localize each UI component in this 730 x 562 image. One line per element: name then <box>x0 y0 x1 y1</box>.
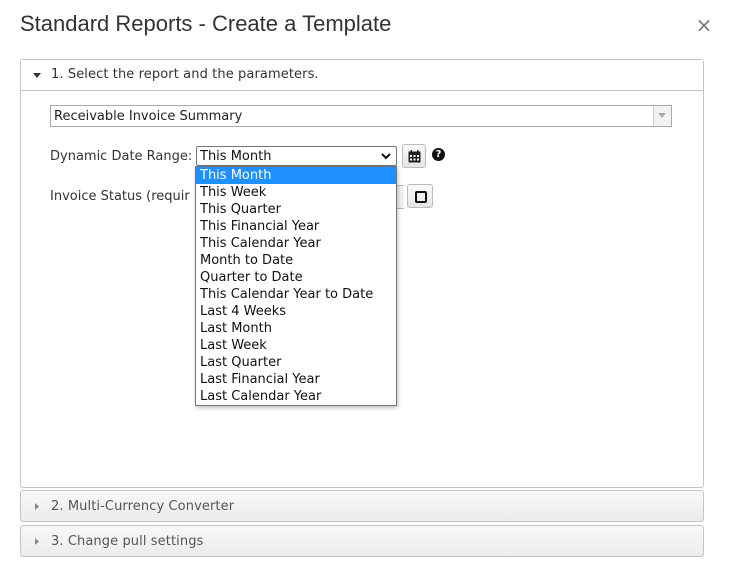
date-range-option[interactable]: Last 4 Weeks <box>196 303 396 320</box>
date-range-option[interactable]: This Calendar Year <box>196 235 396 252</box>
section-label-2: 2. Multi-Currency Converter <box>51 499 235 514</box>
section-header-2[interactable]: 2. Multi-Currency Converter <box>21 491 703 521</box>
date-range-option[interactable]: Last Month <box>196 320 396 337</box>
section-header-1[interactable]: 1. Select the report and the parameters. <box>21 60 703 91</box>
date-range-option[interactable]: Last Financial Year <box>196 371 396 388</box>
date-range-option[interactable]: This Calendar Year to Date <box>196 286 396 303</box>
invoice-status-button[interactable] <box>407 184 433 208</box>
chevron-down-icon <box>658 113 666 118</box>
triangle-down-icon <box>33 73 41 78</box>
triangle-right-icon <box>35 538 39 545</box>
date-range-option[interactable]: This Week <box>196 184 396 201</box>
report-select-value: Receivable Invoice Summary <box>54 109 243 124</box>
report-select[interactable]: Receivable Invoice Summary <box>50 105 672 127</box>
invoice-status-label: Invoice Status (requir <box>50 189 190 204</box>
date-range-option[interactable]: Month to Date <box>196 252 396 269</box>
square-icon <box>415 191 427 203</box>
section-multi-currency[interactable]: 2. Multi-Currency Converter <box>20 490 704 522</box>
date-range-value: This Month <box>200 149 272 164</box>
triangle-right-icon <box>35 503 39 510</box>
report-select-arrow[interactable] <box>653 106 671 126</box>
section-header-3[interactable]: 3. Change pull settings <box>21 526 703 556</box>
calendar-icon <box>408 150 421 163</box>
calendar-button[interactable] <box>402 144 426 168</box>
date-range-option[interactable]: This Quarter <box>196 201 396 218</box>
date-range-option[interactable]: Last Week <box>196 337 396 354</box>
section-pull-settings[interactable]: 3. Change pull settings <box>20 525 704 557</box>
date-range-dropdown[interactable]: This Month This Week This Quarter This Fina… <box>195 166 397 406</box>
date-range-option[interactable]: Last Calendar Year <box>196 388 396 405</box>
date-range-label: Dynamic Date Range: <box>50 149 193 164</box>
date-range-option[interactable]: Last Quarter <box>196 354 396 371</box>
section-label-1: 1. Select the report and the parameters. <box>51 67 319 82</box>
date-range-option[interactable]: Quarter to Date <box>196 269 396 286</box>
chevron-down-icon <box>381 153 391 160</box>
date-range-option[interactable]: This Financial Year <box>196 218 396 235</box>
section-label-3: 3. Change pull settings <box>51 534 204 549</box>
question-circle-icon[interactable]: ? <box>432 148 445 161</box>
date-range-select[interactable]: This Month <box>196 146 397 166</box>
dialog-title: Standard Reports - Create a Template <box>20 11 392 36</box>
close-icon[interactable]: × <box>694 13 714 37</box>
date-range-option[interactable]: This Month <box>196 167 396 184</box>
